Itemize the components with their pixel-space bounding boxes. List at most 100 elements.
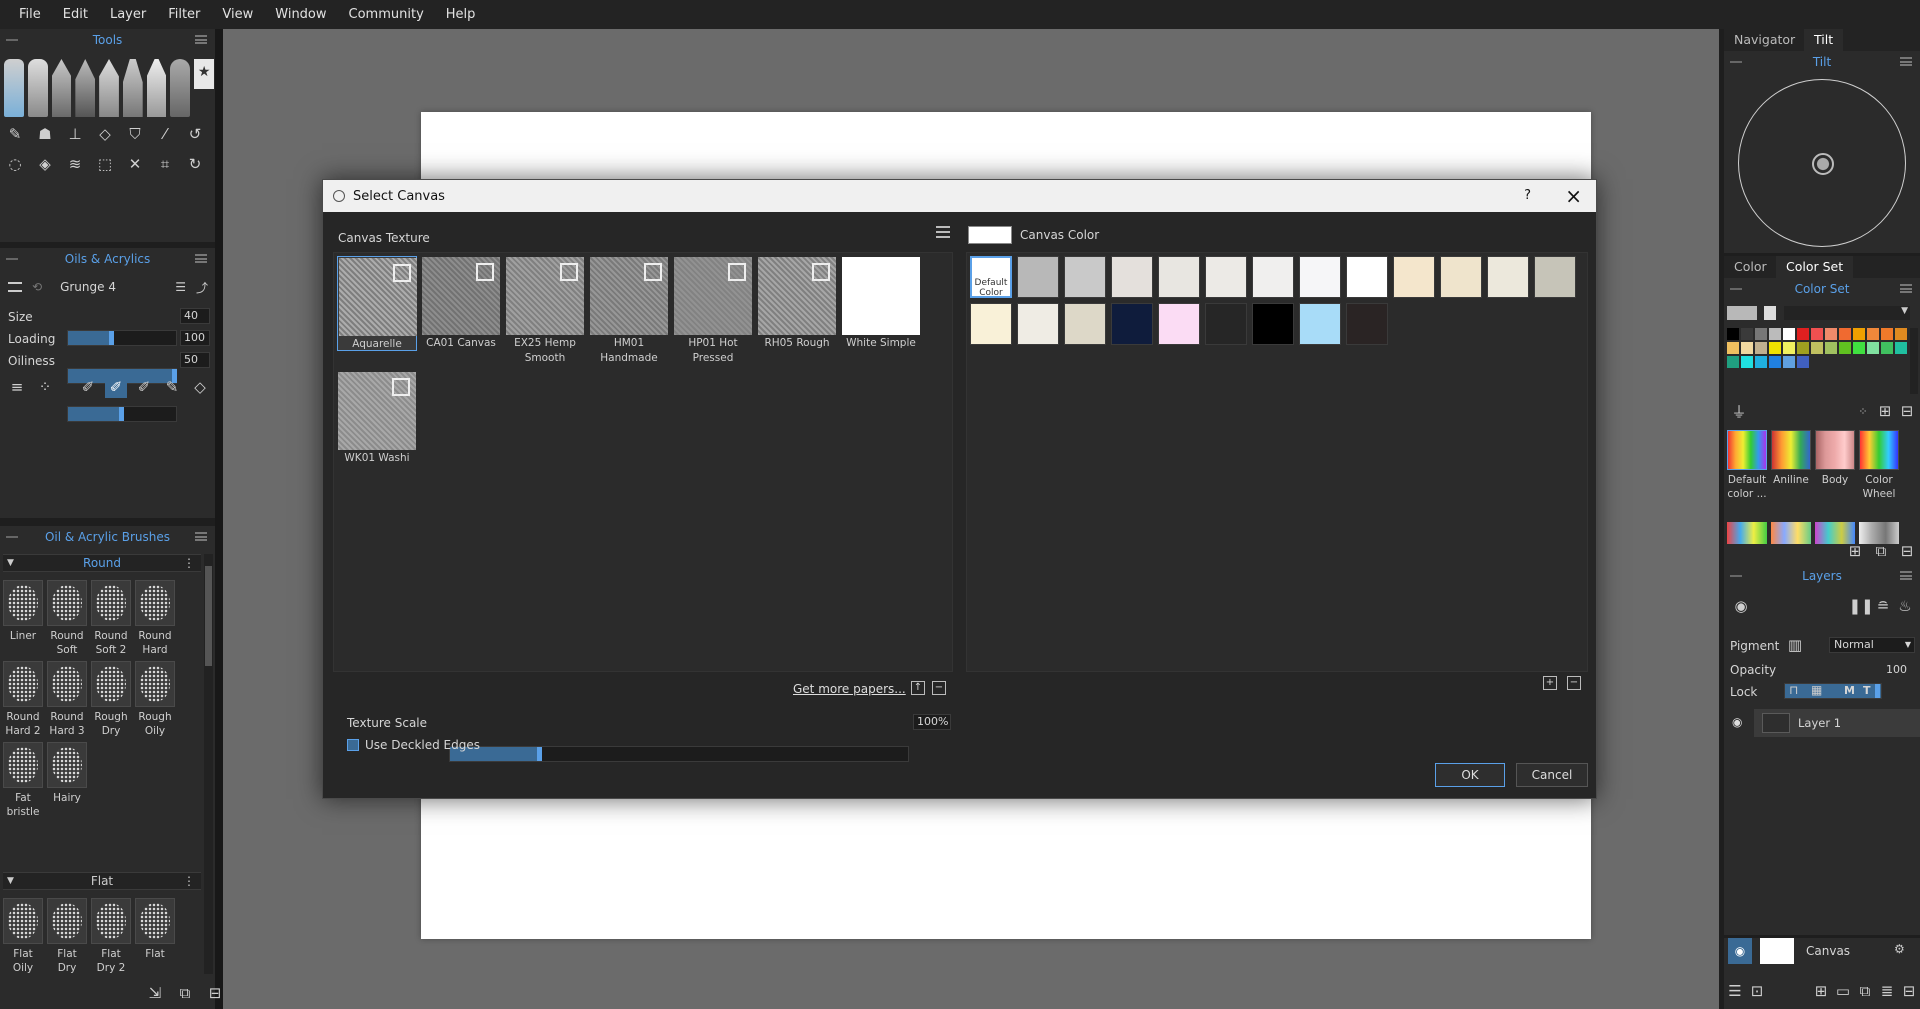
palette-set-remove-icon[interactable]: ⊟ [1896, 540, 1918, 562]
palette-color-swatch[interactable] [1727, 328, 1739, 340]
menu-filter[interactable]: Filter [157, 7, 211, 22]
canvas-color-swatch[interactable] [1299, 303, 1341, 345]
palette-scrollbar[interactable] [1910, 328, 1918, 394]
palette-color-swatch[interactable] [1783, 356, 1795, 368]
lock-t-toggle[interactable]: T [1863, 684, 1871, 697]
brush-fat-bristle[interactable]: Fat bristle [3, 742, 43, 819]
palette-color-swatch[interactable] [1741, 328, 1753, 340]
lock-icon[interactable]: ⊓ [1789, 683, 1798, 697]
erase-mode-icon[interactable]: ◇ [189, 376, 211, 398]
brush-round-hard[interactable]: Round Hard [135, 580, 175, 657]
preset-name[interactable]: Grunge 4 [60, 280, 116, 294]
stamp-icon[interactable]: ⊥ [64, 123, 86, 145]
palette-color-swatch[interactable] [1895, 328, 1907, 340]
tilt-menu-icon[interactable] [1900, 57, 1912, 66]
watercolor-brush-icon[interactable] [4, 59, 24, 117]
brush-rough-dry[interactable]: Rough Dry [91, 661, 131, 738]
brush-liner[interactable]: Liner [3, 580, 43, 657]
transform-icon[interactable]: ✕ [124, 153, 146, 175]
paint-mode-icon[interactable]: ✐ [77, 376, 99, 398]
canvas-color-swatch[interactable] [1205, 303, 1247, 345]
palette-color-swatch[interactable] [1755, 342, 1767, 354]
secondary-color-swatch[interactable] [1764, 306, 1776, 320]
palette-set-duplicate-icon[interactable]: ⧉ [1870, 540, 1892, 562]
canvas-color-swatch[interactable] [1205, 256, 1247, 298]
palette-color-swatch[interactable] [1741, 342, 1753, 354]
brush-round-soft[interactable]: Round Soft [47, 580, 87, 657]
wet-icon[interactable]: ♨ [1894, 595, 1916, 617]
palette-color-swatch[interactable] [1769, 356, 1781, 368]
palette-color-swatch[interactable] [1727, 356, 1739, 368]
default-color-swatch[interactable]: Default Color [970, 256, 1012, 298]
canvas-color-swatch[interactable] [1534, 256, 1576, 298]
preset-curve-icon[interactable]: ⤴ [196, 279, 208, 296]
collapse-flat-icon[interactable]: ▼ [7, 873, 14, 889]
preset-list-icon[interactable] [8, 282, 22, 292]
layer-eye-icon[interactable]: ◉ [1732, 715, 1742, 729]
palette-set-5[interactable] [1727, 522, 1767, 544]
close-button[interactable]: × [1565, 184, 1582, 208]
canvas-eye-icon[interactable]: ◉ [1728, 938, 1752, 964]
left-dock-divider[interactable] [215, 29, 223, 1009]
layer-remove-icon[interactable]: ⊟ [1898, 980, 1920, 1002]
tab-color-set[interactable]: Color Set [1776, 256, 1854, 278]
tools-menu-icon[interactable] [195, 35, 207, 44]
oil-brush-icon[interactable] [27, 59, 48, 117]
palette-grid-icon[interactable]: ⁘ [1852, 400, 1874, 422]
layer-folder-icon[interactable]: ▭ [1832, 980, 1854, 1002]
loading-value[interactable]: 100 [180, 330, 210, 346]
lock-m-toggle[interactable]: M [1844, 684, 1855, 697]
palette-color-wheel[interactable]: Color Wheel [1859, 430, 1899, 520]
fill-bucket-icon[interactable]: ⛉ [124, 123, 146, 145]
palette-color-swatch[interactable] [1769, 328, 1781, 340]
layer-import-icon[interactable]: ⊡ [1746, 980, 1768, 1002]
layer-row[interactable]: Layer 1 [1754, 709, 1920, 737]
palette-color-swatch[interactable] [1839, 342, 1851, 354]
canvas-color-preview[interactable] [968, 226, 1012, 244]
brushes-scrollbar[interactable] [204, 554, 213, 974]
texture-menu-icon[interactable] [936, 226, 950, 238]
canvas-color-swatch[interactable] [1064, 256, 1106, 298]
palette-add-icon[interactable]: ⊞ [1874, 400, 1896, 422]
eraser-pencil-icon[interactable]: ✎ [4, 123, 26, 145]
brushes-menu-icon[interactable] [195, 532, 207, 541]
palette-color-swatch[interactable] [1797, 342, 1809, 354]
canvas-thumbnail[interactable] [1760, 938, 1794, 964]
layer-add-icon[interactable]: ⊞ [1810, 980, 1832, 1002]
palette-color-swatch[interactable] [1727, 342, 1739, 354]
palette-color-swatch[interactable] [1853, 342, 1865, 354]
pause-icon[interactable]: ❚❚ [1848, 595, 1873, 617]
brush-hairy[interactable]: Hairy [47, 742, 87, 819]
palette-color-swatch[interactable] [1755, 328, 1767, 340]
palette-color-swatch[interactable] [1839, 328, 1851, 340]
palette-color-swatch[interactable] [1853, 328, 1865, 340]
canvas-color-swatch[interactable] [1017, 303, 1059, 345]
canvas-color-swatch[interactable] [1440, 256, 1482, 298]
palette-body[interactable]: Body [1815, 430, 1855, 520]
redo-icon[interactable]: ↻ [184, 153, 206, 175]
lock-alpha-icon[interactable]: ▦ [1811, 683, 1822, 697]
tilt-handle[interactable] [1812, 153, 1834, 175]
pastel-icon[interactable] [170, 59, 191, 117]
palette-color-swatch[interactable] [1881, 328, 1893, 340]
menu-help[interactable]: Help [435, 7, 487, 22]
smudge-mode-icon[interactable]: ✎ [161, 376, 183, 398]
get-more-papers-link[interactable]: Get more papers... [793, 682, 906, 696]
palette-color-swatch[interactable] [1797, 356, 1809, 368]
brush-rough-oily[interactable]: Rough Oily [135, 661, 175, 738]
undo-icon[interactable]: ↺ [184, 123, 206, 145]
marker-icon[interactable] [99, 59, 119, 117]
texture-hp01-hot-pressed[interactable]: HP01 Hot Pressed [673, 256, 753, 364]
tab-color[interactable]: Color [1724, 256, 1777, 278]
palette-color-swatch[interactable] [1867, 342, 1879, 354]
flat-more-icon[interactable]: ⋮ [183, 873, 195, 889]
ok-button[interactable]: OK [1435, 763, 1505, 787]
palette-picker-icon[interactable]: ⏚ [1728, 400, 1750, 422]
canvas-color-swatch[interactable] [1393, 256, 1435, 298]
palette-color-swatch[interactable] [1797, 328, 1809, 340]
smudge-icon[interactable]: ≋ [64, 153, 86, 175]
palette-color-swatch[interactable] [1811, 342, 1823, 354]
layer-visibility-mode-icon[interactable]: ◉ [1730, 595, 1752, 617]
canvas-color-swatch[interactable] [1111, 303, 1153, 345]
preset-reset-icon[interactable]: ⟲ [32, 280, 42, 294]
